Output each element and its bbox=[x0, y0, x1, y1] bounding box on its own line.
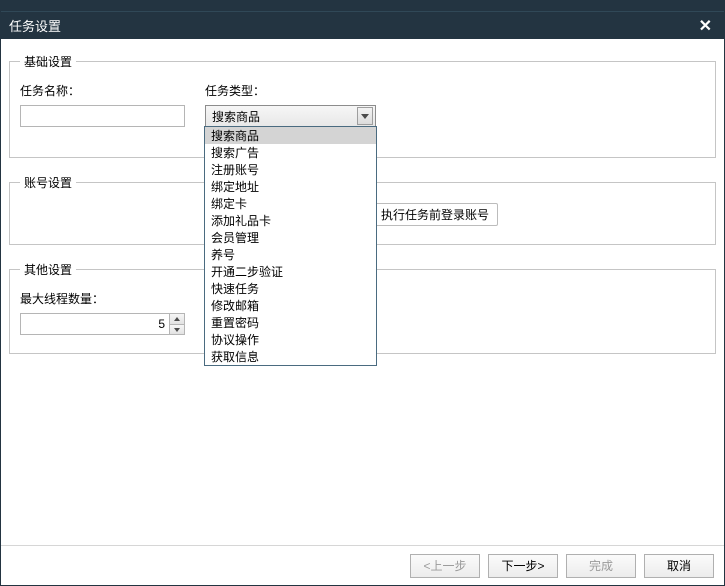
task-type-option[interactable]: 重置密码 bbox=[205, 314, 376, 331]
login-before-task-radio[interactable]: 执行任务前登录账号 bbox=[360, 203, 498, 226]
chevron-up-icon bbox=[174, 317, 180, 321]
max-threads-label: 最大线程数量： bbox=[20, 290, 190, 313]
chevron-down-icon bbox=[361, 114, 369, 119]
max-threads-down-button[interactable] bbox=[170, 324, 184, 334]
task-type-option[interactable]: 搜索广告 bbox=[205, 144, 376, 161]
task-type-option[interactable]: 搜索商品 bbox=[205, 127, 376, 144]
chevron-down-icon bbox=[174, 328, 180, 332]
task-settings-window: 任务设置 ✕ 基础设置 任务名称： 任务类型： 搜索商品 bbox=[0, 0, 725, 586]
task-type-selected-text: 搜索商品 bbox=[212, 108, 260, 125]
task-type-option[interactable]: 添加礼品卡 bbox=[205, 212, 376, 229]
task-type-option[interactable]: 快速任务 bbox=[205, 280, 376, 297]
max-threads-input[interactable] bbox=[20, 313, 170, 335]
other-settings-legend: 其他设置 bbox=[20, 261, 76, 278]
task-type-option[interactable]: 会员管理 bbox=[205, 229, 376, 246]
account-settings-legend: 账号设置 bbox=[20, 174, 76, 191]
basic-settings-legend: 基础设置 bbox=[20, 53, 76, 70]
dialog-body: 基础设置 任务名称： 任务类型： 搜索商品 搜索商 bbox=[1, 39, 724, 545]
task-name-label: 任务名称： bbox=[20, 82, 190, 105]
window-title: 任务设置 bbox=[9, 16, 695, 35]
cancel-button[interactable]: 取消 bbox=[644, 554, 714, 578]
max-threads-spinner[interactable] bbox=[20, 313, 220, 335]
basic-settings-group: 基础设置 任务名称： 任务类型： 搜索商品 搜索商 bbox=[9, 53, 716, 158]
login-before-task-label: 执行任务前登录账号 bbox=[381, 206, 489, 223]
task-type-dropdown-list[interactable]: 搜索商品搜索广告注册账号绑定地址绑定卡添加礼品卡会员管理养号开通二步验证快速任务… bbox=[204, 126, 377, 366]
task-type-option[interactable]: 养号 bbox=[205, 246, 376, 263]
close-button[interactable]: ✕ bbox=[695, 16, 716, 36]
task-type-dropdown-button[interactable] bbox=[357, 107, 373, 125]
task-type-option[interactable]: 注册账号 bbox=[205, 161, 376, 178]
task-type-option[interactable]: 修改邮箱 bbox=[205, 297, 376, 314]
dialog-footer: <上一步 下一步> 完成 取消 bbox=[1, 545, 724, 585]
task-type-option[interactable]: 获取信息 bbox=[205, 348, 376, 365]
top-strip bbox=[1, 1, 724, 11]
task-name-input[interactable] bbox=[20, 105, 185, 127]
max-threads-up-button[interactable] bbox=[170, 314, 184, 324]
task-type-label: 任务类型： bbox=[205, 82, 375, 105]
task-type-option[interactable]: 协议操作 bbox=[205, 331, 376, 348]
task-type-option[interactable]: 开通二步验证 bbox=[205, 263, 376, 280]
task-type-combo[interactable]: 搜索商品 搜索商品搜索广告注册账号绑定地址绑定卡添加礼品卡会员管理养号开通二步验… bbox=[205, 105, 376, 127]
task-type-combo-box[interactable]: 搜索商品 bbox=[205, 105, 376, 127]
finish-button: 完成 bbox=[566, 554, 636, 578]
next-button[interactable]: 下一步> bbox=[488, 554, 558, 578]
title-bar: 任务设置 ✕ bbox=[1, 11, 724, 39]
task-type-option[interactable]: 绑定卡 bbox=[205, 195, 376, 212]
task-type-option[interactable]: 绑定地址 bbox=[205, 178, 376, 195]
prev-button: <上一步 bbox=[410, 554, 480, 578]
